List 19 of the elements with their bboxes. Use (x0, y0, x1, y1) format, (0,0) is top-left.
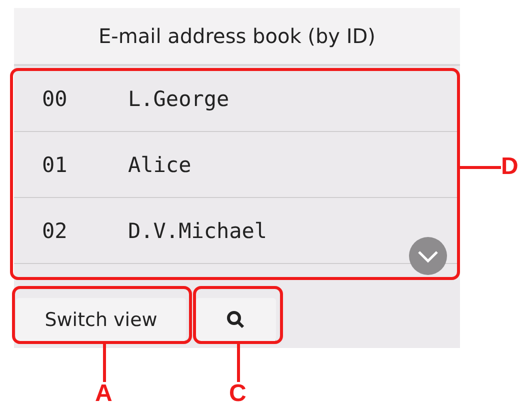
entry-name: Alice (128, 152, 192, 176)
screen-title: E-mail address book (by ID) (14, 8, 460, 66)
entry-name: D.V.Michael (128, 218, 268, 242)
callout-label: A (95, 380, 112, 408)
scroll-down-icon[interactable] (408, 236, 448, 276)
entry-name: L.George (128, 86, 230, 110)
callout-label: C (229, 380, 246, 408)
search-button[interactable] (196, 298, 276, 342)
search-icon (226, 310, 246, 330)
leader-line (458, 166, 501, 169)
entry-id: 01 (42, 152, 68, 176)
leader-line (103, 344, 106, 382)
entry-id: 02 (42, 218, 68, 242)
address-row[interactable]: 01 Alice (14, 132, 460, 198)
entry-id: 00 (42, 86, 68, 110)
switch-view-button[interactable]: Switch view (16, 298, 186, 342)
address-row[interactable]: 00 L.George (14, 66, 460, 132)
callout-label: D (501, 153, 518, 181)
leader-line (237, 344, 240, 382)
